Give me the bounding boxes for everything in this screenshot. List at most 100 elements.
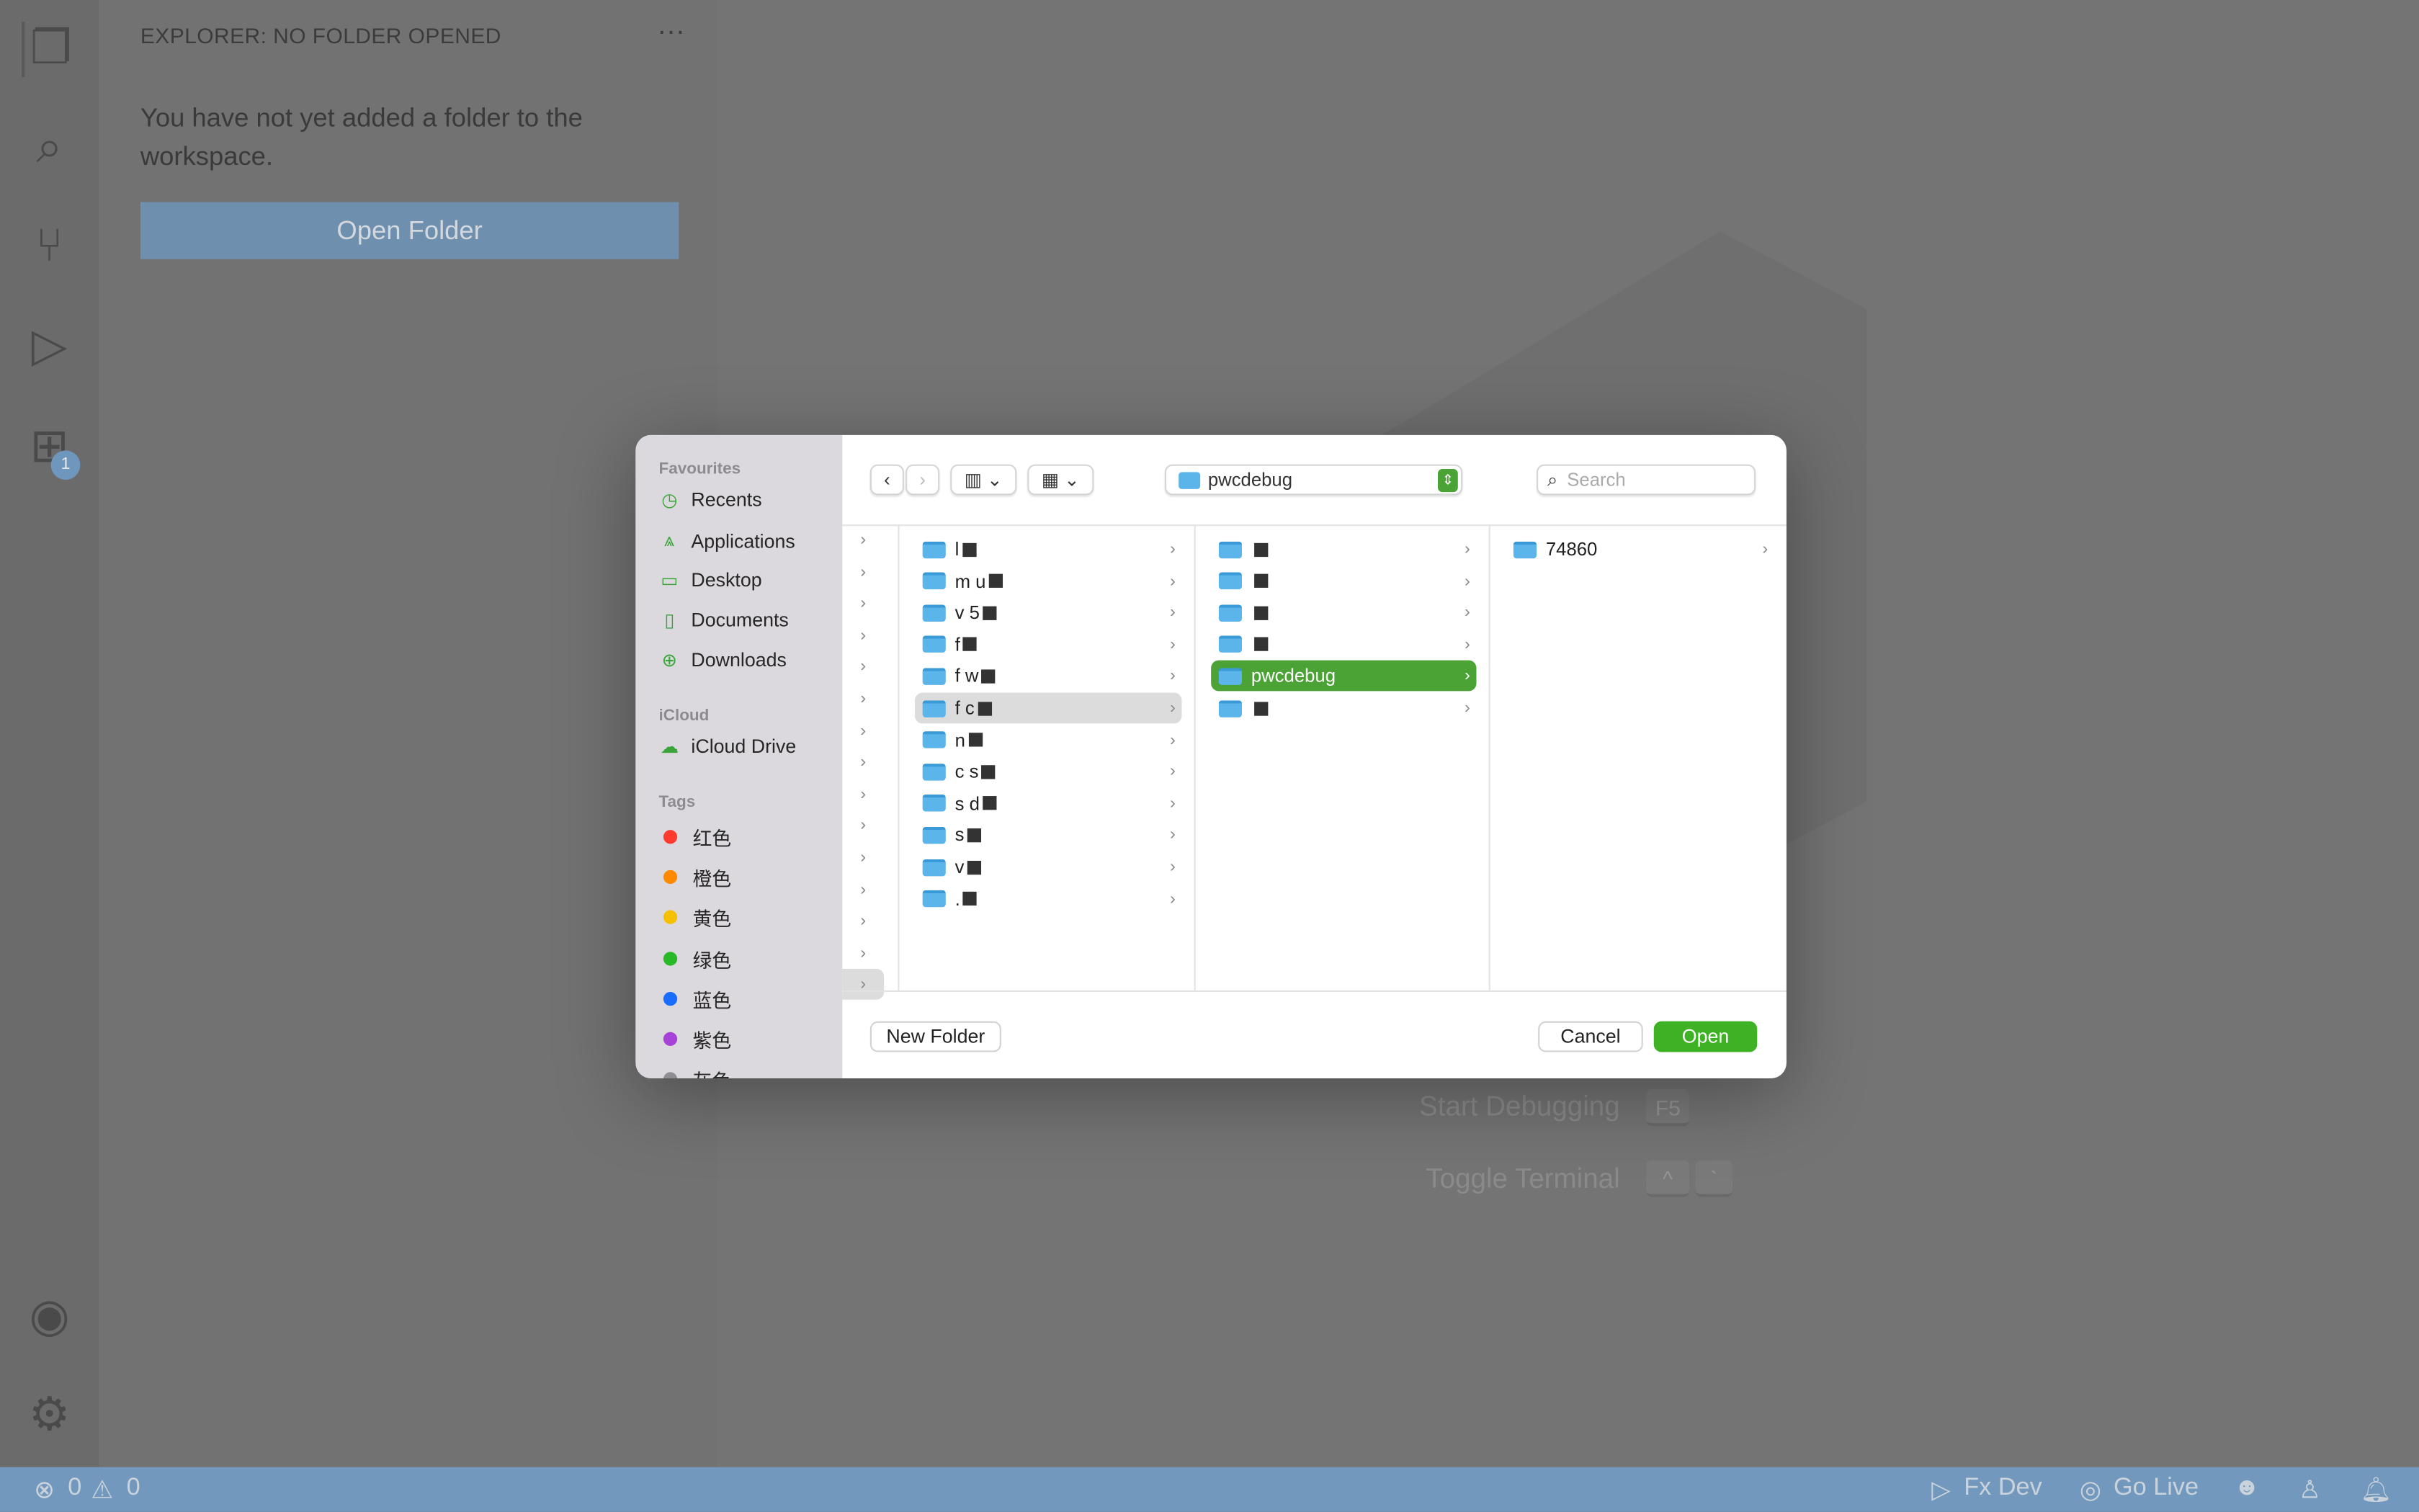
search-icon[interactable]: ⌕ bbox=[22, 120, 77, 176]
open-button[interactable]: Open bbox=[1653, 1021, 1758, 1052]
redacted-block bbox=[967, 828, 982, 843]
tag-item[interactable]: 红色 bbox=[658, 822, 731, 851]
go-live-item[interactable]: Go Live bbox=[2114, 1475, 2199, 1503]
folder-name: f bbox=[954, 633, 960, 656]
download-icon: ⊕ bbox=[661, 649, 678, 671]
folder-name: f c bbox=[954, 697, 975, 719]
folder-row[interactable]: l › bbox=[915, 534, 1181, 565]
chevron-right-icon[interactable]: › bbox=[842, 588, 884, 619]
chevron-right-icon[interactable]: › bbox=[842, 810, 884, 841]
warning-count[interactable]: 0 bbox=[127, 1475, 140, 1503]
chevron-right-icon[interactable]: › bbox=[842, 652, 884, 683]
source-control-icon[interactable]: ⑂ bbox=[22, 219, 77, 274]
bell-icon[interactable]: 🔔︎ bbox=[2361, 1475, 2392, 1506]
redacted-block bbox=[962, 542, 976, 557]
folder-row[interactable]: › bbox=[1211, 693, 1476, 724]
cancel-button[interactable]: Cancel bbox=[1538, 1021, 1643, 1052]
search-field[interactable]: ⌕ Search bbox=[1537, 464, 1756, 496]
folder-row[interactable]: › bbox=[1211, 597, 1476, 628]
chevron-right-icon[interactable]: › bbox=[842, 779, 884, 810]
folder-row[interactable]: v 5 › bbox=[915, 597, 1181, 628]
chevron-right-icon[interactable]: › bbox=[842, 747, 884, 778]
copilot-icon[interactable]: ☻ bbox=[2234, 1475, 2260, 1503]
account-icon[interactable]: ◉ bbox=[22, 1289, 77, 1345]
folder-row[interactable]: f c › bbox=[914, 692, 1182, 724]
folder-row[interactable]: s d › bbox=[915, 788, 1181, 819]
group-button[interactable]: ▦ ⌄ bbox=[1027, 464, 1094, 496]
folder-row[interactable]: › bbox=[1211, 534, 1476, 565]
back-button[interactable]: ‹ bbox=[869, 464, 904, 496]
label: iCloud Drive bbox=[691, 735, 797, 758]
files-icon[interactable]: ❐ bbox=[21, 21, 77, 78]
sidebar-item-applications[interactable]: ⩓ Applications bbox=[658, 529, 795, 553]
folder-row[interactable]: s › bbox=[915, 820, 1181, 851]
sidebar-item-downloads[interactable]: ⊕ Downloads bbox=[658, 649, 787, 671]
redacted-block bbox=[967, 859, 982, 874]
warning-icon[interactable]: ⚠ bbox=[91, 1475, 113, 1506]
redacted-block bbox=[963, 638, 978, 652]
tag-item[interactable]: 灰色 bbox=[658, 1065, 731, 1078]
folder-row[interactable]: › bbox=[1211, 565, 1476, 596]
tag-item[interactable]: 黄色 bbox=[658, 903, 731, 933]
tag-color-dot bbox=[663, 911, 678, 925]
sidebar-item-documents[interactable]: ▯ Documents bbox=[658, 609, 788, 631]
folder-name: pwcdebug bbox=[1251, 665, 1336, 687]
sidebar-item-desktop[interactable]: ▭ Desktop bbox=[658, 569, 761, 591]
redacted-block bbox=[983, 605, 997, 620]
folder-row[interactable]: f w › bbox=[915, 661, 1181, 692]
tag-item[interactable]: 绿色 bbox=[658, 944, 731, 973]
feedback-icon[interactable]: ♙ bbox=[2299, 1475, 2321, 1506]
label: Desktop bbox=[691, 569, 762, 591]
dialog-sidebar: Favourites ◷ Recents ⩓ Applications ▭ Deskt… bbox=[635, 434, 843, 1078]
folder-row[interactable]: › bbox=[1211, 629, 1476, 660]
chevron-right-icon[interactable]: › bbox=[842, 906, 884, 937]
redacted-block bbox=[983, 796, 997, 810]
key-f5: F5 bbox=[1646, 1088, 1690, 1127]
tag-item[interactable]: 橙色 bbox=[658, 863, 731, 893]
folder-row[interactable]: v › bbox=[915, 851, 1181, 882]
folder-row[interactable]: n › bbox=[915, 725, 1181, 756]
chevron-right-icon[interactable]: › bbox=[842, 556, 884, 587]
path-popup[interactable]: pwcdebug ⇕ bbox=[1164, 464, 1463, 496]
forward-button[interactable]: › bbox=[906, 464, 940, 496]
path-label: pwcdebug bbox=[1207, 469, 1293, 491]
open-folder-button[interactable]: Open Folder bbox=[140, 202, 679, 259]
tag-item[interactable]: 紫色 bbox=[658, 1024, 731, 1054]
status-bar: ⊗ 0 ⚠ 0 ▷ Fx Dev ◎ Go Live ☻ ♙ 🔔︎ bbox=[0, 1467, 2419, 1512]
folder-row[interactable]: m u › bbox=[915, 565, 1181, 596]
sidebar-item-recents[interactable]: ◷ Recents bbox=[658, 489, 761, 511]
redacted-block bbox=[1254, 638, 1269, 652]
error-count[interactable]: 0 bbox=[68, 1475, 81, 1503]
folder-row[interactable]: . › bbox=[915, 883, 1181, 914]
chevron-right-icon[interactable]: › bbox=[842, 938, 884, 969]
chevron-right-icon: › bbox=[1170, 762, 1176, 782]
tags-header: Tags bbox=[658, 792, 696, 812]
run-debug-icon[interactable]: ▷ bbox=[22, 319, 77, 375]
fx-dev-item[interactable]: Fx Dev bbox=[1964, 1475, 2042, 1503]
search-icon: ⌕ bbox=[1547, 468, 1558, 490]
chevron-right-icon[interactable]: › bbox=[842, 842, 884, 873]
folder-row[interactable]: c s › bbox=[915, 756, 1181, 787]
tag-item[interactable]: 蓝色 bbox=[658, 984, 731, 1014]
chevron-right-icon[interactable]: › bbox=[842, 684, 884, 715]
chevron-right-icon[interactable]: › bbox=[842, 715, 884, 746]
chevron-right-icon[interactable]: › bbox=[842, 619, 884, 650]
errors-icon[interactable]: ⊗ bbox=[34, 1475, 55, 1506]
folder-row[interactable]: f › bbox=[915, 629, 1181, 660]
key-backtick: ` bbox=[1695, 1160, 1732, 1197]
view-columns-button[interactable]: ▥ ⌄ bbox=[950, 464, 1017, 496]
icloud-header: iCloud bbox=[658, 706, 710, 725]
folder-icon bbox=[922, 572, 946, 590]
tag-color-dot bbox=[663, 951, 678, 965]
chevron-right-icon[interactable]: › bbox=[842, 524, 884, 555]
sidebar-item-icloud-drive[interactable]: ☁ iCloud Drive bbox=[658, 735, 797, 758]
more-actions-icon[interactable]: ··· bbox=[657, 15, 685, 48]
folder-name: 74860 bbox=[1545, 538, 1598, 560]
folder-row[interactable]: pwcdebug › bbox=[1211, 661, 1477, 692]
gear-icon[interactable]: ⚙ bbox=[22, 1388, 77, 1444]
new-folder-button[interactable]: New Folder bbox=[869, 1021, 1001, 1052]
chevron-right-icon[interactable]: › bbox=[842, 874, 884, 905]
chevron-right-icon[interactable]: › bbox=[842, 969, 885, 1001]
folder-row[interactable]: 74860 › bbox=[1506, 534, 1774, 565]
updown-icon: ⇕ bbox=[1437, 468, 1458, 492]
